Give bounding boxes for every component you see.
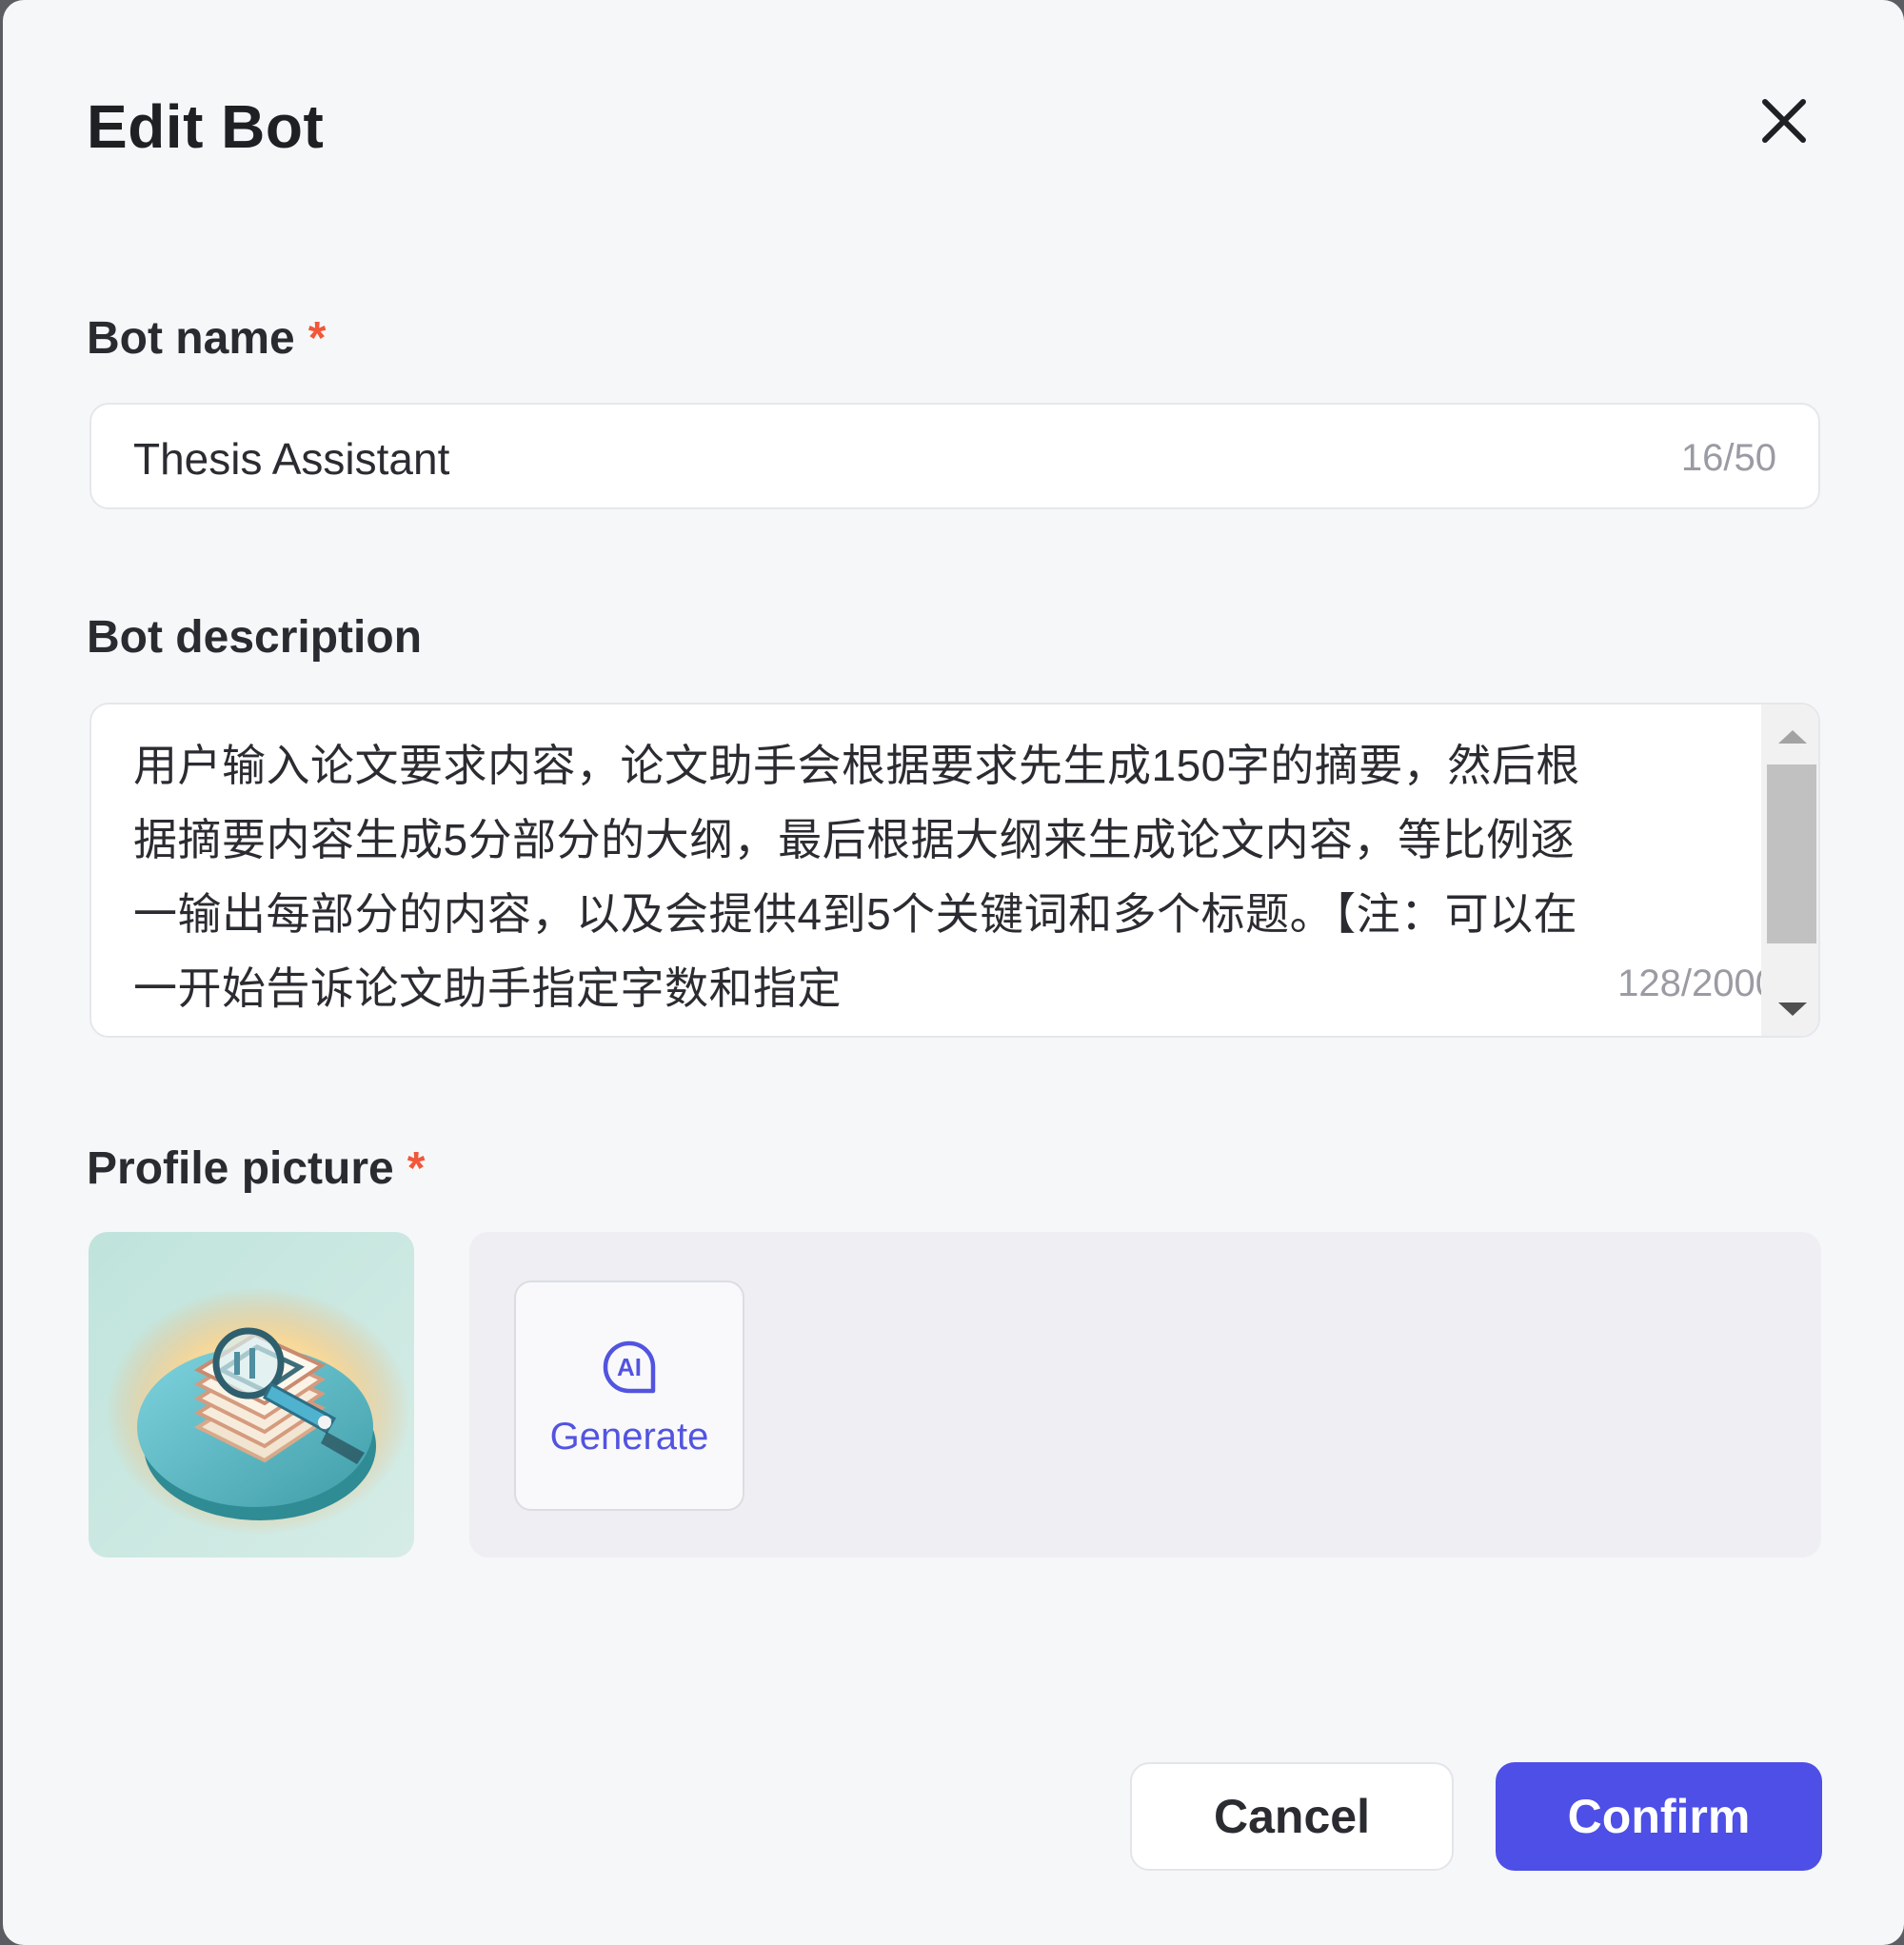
- required-mark: *: [307, 313, 327, 364]
- edit-bot-dialog: Edit Bot Bot name * Thesis Assistant 16/5…: [3, 0, 1904, 1945]
- profile-picture-label-text: Profile picture: [87, 1143, 394, 1194]
- bot-name-value: Thesis Assistant: [133, 434, 450, 484]
- svg-text:AI: AI: [617, 1353, 642, 1381]
- required-mark: *: [407, 1143, 426, 1194]
- bot-name-input[interactable]: Thesis Assistant 16/50: [89, 403, 1820, 509]
- generate-avatar-button[interactable]: AI Generate: [514, 1280, 744, 1511]
- dialog-title: Edit Bot: [87, 92, 325, 161]
- scrollbar-thumb[interactable]: [1767, 764, 1816, 943]
- bot-description-textarea[interactable]: 用户输入论文要求内容，论文助手会根据要求先生成150字的摘要，然后根据摘要内容生…: [89, 703, 1820, 1038]
- close-icon[interactable]: [1757, 94, 1811, 148]
- scroll-down-arrow-icon[interactable]: [1778, 1002, 1807, 1016]
- bot-description-label: Bot description: [87, 612, 423, 663]
- ai-generate-icon: AI: [603, 1340, 656, 1394]
- bot-description-char-counter: 128/2000: [1617, 963, 1776, 1004]
- document-magnifier-illustration-icon: [89, 1232, 414, 1558]
- description-scrollbar[interactable]: [1761, 705, 1818, 1036]
- profile-picture-label: Profile picture *: [87, 1142, 425, 1195]
- profile-picture-avatar[interactable]: [89, 1232, 414, 1558]
- generate-label: Generate: [549, 1416, 709, 1458]
- scroll-up-arrow-icon[interactable]: [1778, 730, 1807, 744]
- bot-description-value: 用户输入论文要求内容，论文助手会根据要求先生成150字的摘要，然后根据摘要内容生…: [133, 741, 1580, 1013]
- avatar-generation-panel: AI Generate: [469, 1232, 1821, 1558]
- bot-name-char-counter: 16/50: [1680, 437, 1776, 479]
- cancel-button[interactable]: Cancel: [1130, 1762, 1454, 1871]
- confirm-button[interactable]: Confirm: [1496, 1762, 1822, 1871]
- bot-name-label: Bot name *: [87, 312, 326, 365]
- bot-name-label-text: Bot name: [87, 313, 295, 364]
